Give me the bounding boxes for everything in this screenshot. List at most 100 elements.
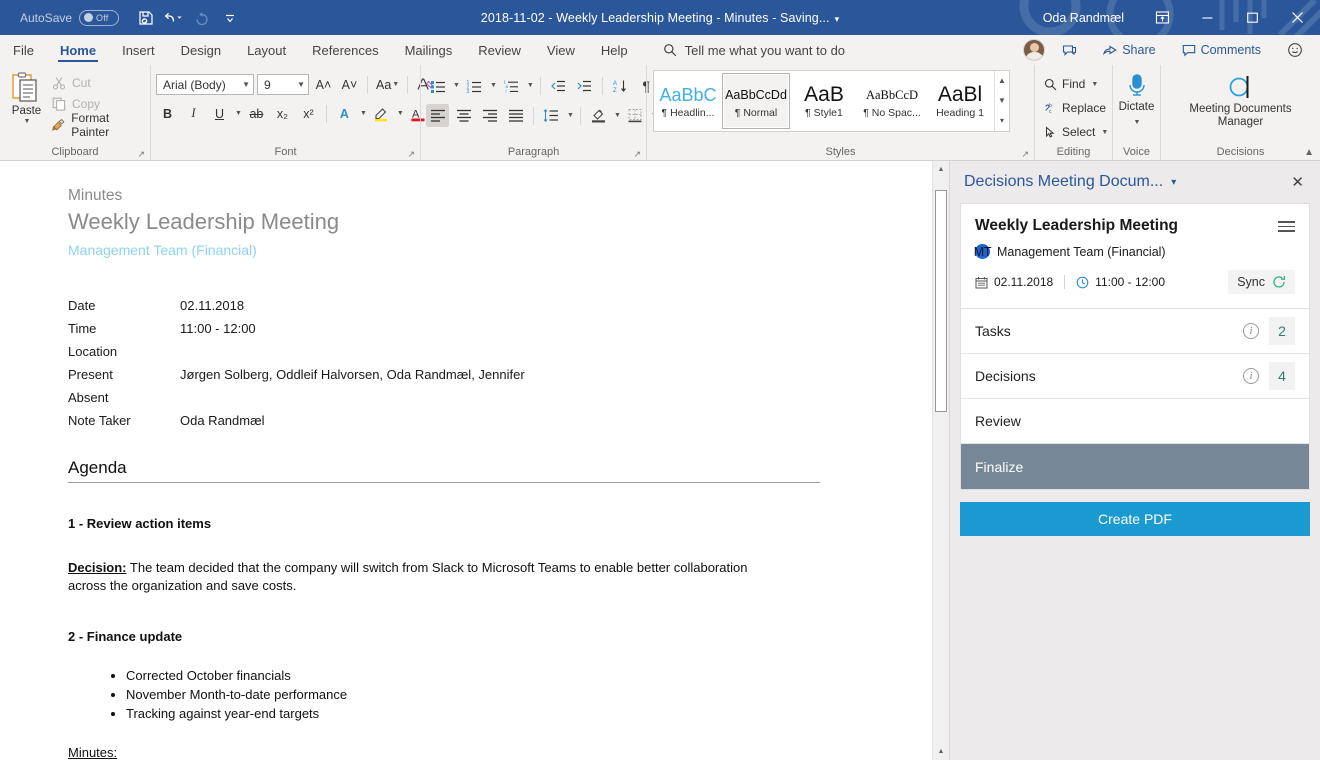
- bullets-button[interactable]: [426, 74, 449, 97]
- document-canvas[interactable]: Minutes Weekly Leadership Meeting Manage…: [0, 161, 932, 760]
- change-case-button[interactable]: Aa▼: [374, 73, 401, 96]
- sidebar-item-review[interactable]: Review: [961, 399, 1309, 444]
- styles-more-icon[interactable]: ▾: [995, 112, 1009, 130]
- style-item-headline[interactable]: AaBbC ¶ Headlin...: [654, 73, 722, 129]
- styles-scroll-up-icon[interactable]: ▲: [995, 72, 1009, 90]
- undo-icon[interactable]: [161, 5, 187, 31]
- numbering-button[interactable]: 123: [463, 74, 486, 97]
- format-painter-button[interactable]: Format Painter: [48, 115, 145, 135]
- tell-me-search[interactable]: Tell me what you want to do: [663, 35, 845, 65]
- smiley-icon[interactable]: [1278, 38, 1312, 62]
- highlight-caret-icon[interactable]: ▼: [397, 110, 404, 117]
- scrollbar-thumb[interactable]: [935, 190, 947, 412]
- shading-button[interactable]: [587, 104, 610, 127]
- tab-help[interactable]: Help: [588, 35, 641, 65]
- tab-review[interactable]: Review: [465, 35, 534, 65]
- dictate-caret-icon[interactable]: ▼: [1134, 116, 1141, 129]
- borders-button[interactable]: [624, 104, 647, 127]
- multilevel-list-button[interactable]: 1ai: [500, 74, 523, 97]
- autosave-toggle[interactable]: Off: [79, 10, 119, 26]
- justify-button[interactable]: [504, 104, 527, 127]
- styles-gallery-scroll[interactable]: ▲ ▼ ▾: [994, 71, 1009, 131]
- info-icon[interactable]: i: [1243, 323, 1259, 339]
- tab-references[interactable]: References: [299, 35, 391, 65]
- bullets-caret-icon[interactable]: ▼: [453, 82, 460, 89]
- paste-caret-icon[interactable]: ▼: [24, 118, 31, 125]
- hamburger-menu-icon[interactable]: [1278, 216, 1295, 232]
- bold-button[interactable]: B: [156, 102, 179, 125]
- customize-quick-access-toolbar-icon[interactable]: [217, 5, 243, 31]
- minimize-icon[interactable]: [1185, 0, 1230, 35]
- avatar[interactable]: [1023, 39, 1045, 61]
- account-name[interactable]: Oda Randmæl: [1043, 11, 1124, 25]
- paragraph-dialog-launcher-icon[interactable]: ↗: [633, 146, 641, 162]
- styles-scroll-down-icon[interactable]: ▼: [995, 92, 1009, 110]
- sync-button[interactable]: Sync: [1228, 270, 1295, 294]
- underline-caret-icon[interactable]: ▼: [235, 110, 242, 117]
- dictate-button[interactable]: Dictate ▼: [1118, 68, 1155, 129]
- underline-button[interactable]: U: [208, 102, 231, 125]
- share-button[interactable]: Share: [1094, 39, 1164, 61]
- tab-insert[interactable]: Insert: [109, 35, 168, 65]
- tab-mailings[interactable]: Mailings: [392, 35, 466, 65]
- tab-file[interactable]: File: [0, 35, 47, 65]
- document-vertical-scrollbar[interactable]: ▲ ▲: [932, 161, 949, 760]
- close-icon[interactable]: ✕: [1285, 173, 1310, 191]
- sidebar-item-tasks[interactable]: Tasks i 2: [961, 309, 1309, 354]
- meeting-documents-manager-button[interactable]: Meeting Documents Manager: [1185, 68, 1297, 129]
- styles-dialog-launcher-icon[interactable]: ↗: [1021, 146, 1029, 162]
- align-right-button[interactable]: [478, 104, 501, 127]
- superscript-button[interactable]: x²: [297, 102, 320, 125]
- shading-caret-icon[interactable]: ▼: [614, 112, 621, 119]
- tab-layout[interactable]: Layout: [234, 35, 299, 65]
- scroll-up-icon[interactable]: ▲: [933, 161, 949, 178]
- grow-font-button[interactable]: A˄: [312, 73, 335, 96]
- font-dialog-launcher-icon[interactable]: ↗: [407, 146, 415, 162]
- font-name-combo[interactable]: Arial (Body)▼: [156, 74, 254, 95]
- find-button[interactable]: Find▼: [1040, 72, 1102, 96]
- maximize-icon[interactable]: [1230, 0, 1275, 35]
- sort-button[interactable]: A Z: [609, 74, 632, 97]
- numbering-caret-icon[interactable]: ▼: [490, 82, 497, 89]
- style-item-no-spacing[interactable]: AaBbCcD ¶ No Spac...: [858, 73, 926, 129]
- replace-button[interactable]: b c Replace: [1040, 96, 1110, 120]
- text-effects-button[interactable]: A: [333, 102, 356, 125]
- strikethrough-button[interactable]: ab: [245, 102, 268, 125]
- line-spacing-caret-icon[interactable]: ▼: [567, 112, 574, 119]
- italic-button[interactable]: I: [182, 102, 205, 125]
- title-caret-icon[interactable]: ▾: [835, 14, 840, 25]
- shrink-font-button[interactable]: A˅: [338, 73, 361, 96]
- ribbon-display-options-icon[interactable]: [1140, 0, 1185, 35]
- tab-design[interactable]: Design: [168, 35, 234, 65]
- multilevel-caret-icon[interactable]: ▼: [527, 82, 534, 89]
- scroll-down-icon[interactable]: ▲: [933, 743, 949, 760]
- sidebar-item-decisions[interactable]: Decisions i 4: [961, 354, 1309, 399]
- text-effects-caret-icon[interactable]: ▼: [360, 110, 367, 117]
- save-icon[interactable]: [133, 5, 159, 31]
- subscript-button[interactable]: x₂: [271, 102, 294, 125]
- tab-home[interactable]: Home: [47, 35, 109, 65]
- info-icon[interactable]: i: [1243, 368, 1259, 384]
- text-highlight-color-button[interactable]: [370, 102, 393, 125]
- line-spacing-button[interactable]: [540, 104, 563, 127]
- close-icon[interactable]: [1275, 0, 1320, 35]
- select-button[interactable]: Select▼: [1040, 120, 1112, 144]
- sidebar-item-finalize[interactable]: Finalize: [961, 444, 1309, 489]
- create-pdf-button[interactable]: Create PDF: [960, 502, 1310, 536]
- increase-indent-button[interactable]: [573, 74, 596, 97]
- align-left-button[interactable]: [426, 104, 449, 127]
- decrease-indent-button[interactable]: [547, 74, 570, 97]
- autosave-control[interactable]: AutoSave Off: [20, 10, 119, 26]
- tab-view[interactable]: View: [534, 35, 588, 65]
- comments-button[interactable]: Comments: [1173, 39, 1270, 61]
- collapse-ribbon-icon[interactable]: ▲: [1304, 147, 1314, 158]
- style-item-normal[interactable]: AaBbCcDd ¶ Normal: [722, 73, 790, 129]
- paste-button[interactable]: Paste ▼: [5, 68, 48, 125]
- style-item-heading-1[interactable]: AaBl Heading 1: [926, 73, 994, 129]
- chevron-down-icon[interactable]: ▾: [1171, 177, 1176, 188]
- font-size-combo[interactable]: 9▼: [257, 74, 309, 95]
- align-center-button[interactable]: [452, 104, 475, 127]
- clipboard-dialog-launcher-icon[interactable]: ↗: [137, 146, 145, 162]
- presence-icon[interactable]: [1053, 40, 1086, 61]
- cut-button[interactable]: Cut: [48, 73, 145, 93]
